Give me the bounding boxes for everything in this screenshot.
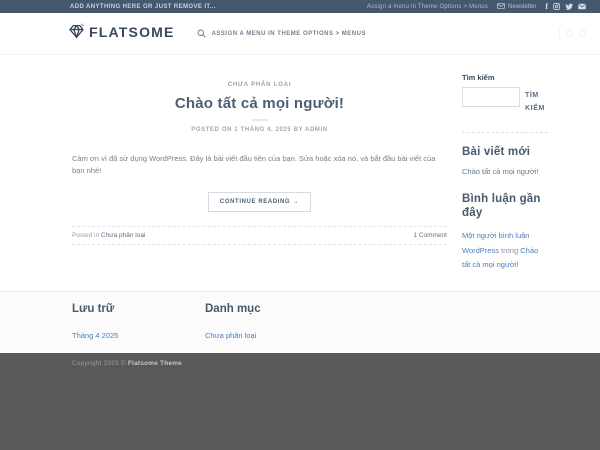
post-category-link[interactable]: CHƯA PHÂN LOẠI [228, 82, 292, 88]
twitter-icon[interactable] [565, 3, 573, 10]
footer-archives-list: Tháng 4 2025 [72, 325, 205, 343]
post-title: Chào tất cả mọi người! [72, 95, 447, 112]
header-assign-menu-link[interactable]: ASSIGN A MENU IN THEME OPTIONS > MENUS [212, 31, 366, 37]
footer-categories-widget: Danh mục Chưa phân loại [205, 303, 338, 343]
recent-posts-list: Chào tất cả mọi người! [462, 167, 548, 176]
footer-categories-heading: Danh mục [205, 303, 338, 315]
footer-archives-widget: Lưu trữ Tháng 4 2025 [72, 303, 205, 343]
comments-count-link[interactable]: 1 Comment [413, 232, 447, 239]
header-nav: ASSIGN A MENU IN THEME OPTIONS > MENUS [197, 25, 366, 43]
list-item: Tháng 4 2025 [72, 325, 205, 343]
posted-in-category-link[interactable]: Chưa phân loại [101, 232, 145, 239]
post-header: CHƯA PHÂN LOẠI Chào tất cả mọi người! PO… [72, 73, 447, 133]
newsletter-link[interactable]: Newsletter [497, 3, 536, 11]
continue-reading-wrap: CONTINUE READING → [72, 190, 447, 212]
newsletter-label: Newsletter [508, 4, 536, 10]
footer-categories-list: Chưa phân loại [205, 325, 338, 343]
topbar-assign-menu-link[interactable]: Assign a menu in Theme Options > Menus [367, 4, 488, 10]
posted-in: Posted in Chưa phân loại [72, 232, 145, 239]
logo-text: FLATSOME [89, 23, 175, 41]
list-item: Chào tất cả mọi người! [462, 167, 548, 176]
email-icon[interactable] [578, 3, 586, 10]
list-item: Chưa phân loại [205, 325, 338, 343]
footer-archive-link[interactable]: Tháng 4 2025 [72, 331, 118, 340]
topbar: ADD ANYTHING HERE OR JUST REMOVE IT... A… [0, 0, 600, 13]
recent-comments-heading: Bình luận gần đây [462, 192, 548, 222]
footer-archives-heading: Lưu trữ [72, 303, 205, 315]
social-icons: f [545, 3, 586, 11]
main-content: CHƯA PHÂN LOẠI Chào tất cả mọi người! PO… [0, 55, 600, 291]
topbar-message: ADD ANYTHING HERE OR JUST REMOVE IT... [70, 4, 216, 10]
site-header: FLATSOME ASSIGN A MENU IN THEME OPTIONS … [0, 13, 600, 55]
post-excerpt: Cảm ơn vì đã sử dụng WordPress. Đây là b… [72, 153, 447, 178]
comment-connector: trong [499, 246, 520, 255]
search-widget-label: Tìm kiếm [462, 73, 548, 82]
recent-posts-heading: Bài viết mới [462, 145, 548, 160]
topbar-right: Assign a menu in Theme Options > Menus N… [367, 3, 586, 11]
header-divider [559, 29, 560, 39]
instagram-icon[interactable] [553, 3, 560, 10]
header-right-icons [559, 29, 586, 39]
copyright-text: Copyright 2025 © Flatsome Theme [72, 360, 548, 367]
absolute-footer: Copyright 2025 © Flatsome Theme [0, 353, 600, 450]
recent-posts-widget: Bài viết mới Chào tất cả mọi người! [462, 145, 548, 176]
posted-in-label: Posted in [72, 232, 99, 239]
title-divider [252, 119, 268, 121]
footer-widgets: Lưu trữ Tháng 4 2025 Danh mục Chưa phân … [0, 291, 600, 353]
recent-comment-item: Một người bình luận WordPress trong Chào… [462, 229, 548, 272]
post-footer: Posted in Chưa phân loại 1 Comment [72, 226, 447, 245]
search-submit-button[interactable]: TÌM KIẾM [525, 87, 548, 116]
sidebar-divider [462, 132, 548, 133]
search-icon[interactable] [197, 25, 206, 43]
facebook-icon[interactable]: f [545, 3, 548, 11]
flatsome-gem-icon [68, 23, 85, 45]
header-secondary-icon[interactable] [566, 30, 573, 37]
search-widget: Tìm kiếm TÌM KIẾM [462, 73, 548, 116]
copyright-brand: Flatsome Theme [128, 360, 182, 367]
blog-post: CHƯA PHÂN LOẠI Chào tất cả mọi người! PO… [72, 73, 447, 291]
post-meta: POSTED ON 1 THÁNG 4, 2025 BY ADMIN [72, 127, 447, 133]
site-logo[interactable]: FLATSOME [68, 23, 175, 45]
copyright-prefix: Copyright 2025 © [72, 360, 128, 367]
sidebar: Tìm kiếm TÌM KIẾM Bài viết mới Chào tất … [462, 73, 548, 291]
header-left: FLATSOME ASSIGN A MENU IN THEME OPTIONS … [68, 23, 366, 45]
search-form: TÌM KIẾM [462, 87, 548, 116]
search-input[interactable] [462, 87, 520, 107]
continue-reading-button[interactable]: CONTINUE READING → [208, 192, 311, 212]
footer-category-link[interactable]: Chưa phân loại [205, 331, 256, 340]
recent-post-link[interactable]: Chào tất cả mọi người! [462, 167, 539, 176]
header-cart-icon[interactable] [579, 30, 586, 37]
recent-comments-widget: Bình luận gần đây Một người bình luận Wo… [462, 192, 548, 273]
envelope-icon [497, 3, 505, 11]
